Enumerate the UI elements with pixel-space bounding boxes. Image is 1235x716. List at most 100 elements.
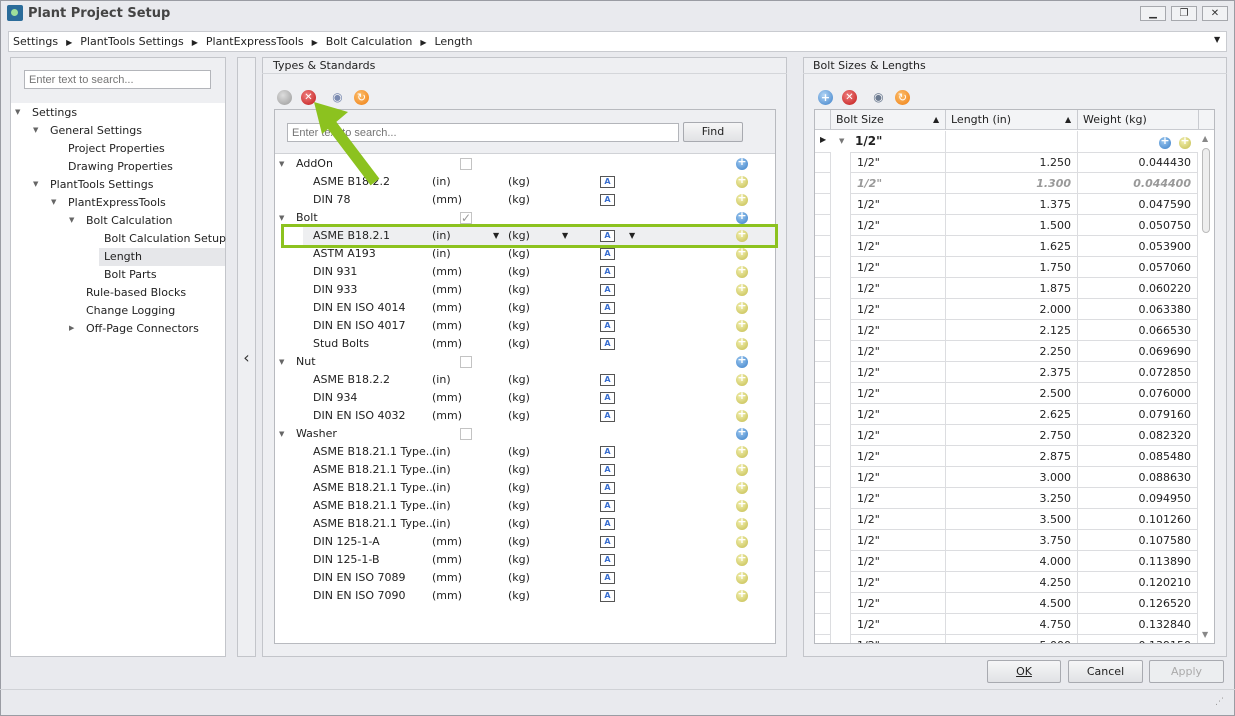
- add-length-icon[interactable]: [1159, 134, 1171, 149]
- weight-cell[interactable]: 0.044430: [1078, 152, 1198, 173]
- weight-cell[interactable]: 0.079160: [1078, 404, 1198, 425]
- length-cell[interactable]: 2.125: [946, 320, 1078, 341]
- settings-search-input[interactable]: [24, 70, 211, 89]
- bolt-size-cell[interactable]: 1/2": [851, 635, 946, 643]
- length-cell[interactable]: 2.875: [946, 446, 1078, 467]
- length-cell[interactable]: 1.300: [946, 173, 1078, 194]
- expand-arrow-icon[interactable]: ▼: [279, 358, 284, 366]
- length-unit[interactable]: (mm): [432, 335, 462, 353]
- breadcrumb-item[interactable]: Bolt Calculation: [326, 35, 413, 48]
- tree-item[interactable]: Bolt Parts: [104, 266, 157, 284]
- expand-arrow-icon[interactable]: ▼: [15, 108, 20, 116]
- format-icon[interactable]: A: [600, 338, 615, 350]
- group-name[interactable]: Nut: [296, 353, 316, 371]
- length-cell[interactable]: 3.250: [946, 488, 1078, 509]
- tree-item[interactable]: Length: [104, 248, 142, 266]
- bolt-size-cell[interactable]: 1/2": [851, 404, 946, 425]
- find-button[interactable]: Find: [683, 122, 743, 142]
- weight-cell[interactable]: 0.063380: [1078, 299, 1198, 320]
- bolt-size-cell[interactable]: 1/2": [851, 299, 946, 320]
- add-size-icon[interactable]: [736, 245, 748, 260]
- format-icon[interactable]: A: [600, 464, 615, 476]
- length-cell[interactable]: 1.500: [946, 215, 1078, 236]
- weight-cell[interactable]: 0.107580: [1078, 530, 1198, 551]
- standard-name[interactable]: DIN 933: [313, 281, 357, 299]
- column-header[interactable]: Weight (kg): [1078, 110, 1199, 130]
- length-unit[interactable]: (mm): [432, 281, 462, 299]
- group-checkbox[interactable]: ✓: [460, 212, 472, 224]
- bolt-size-cell[interactable]: 1/2": [851, 362, 946, 383]
- add-size-icon[interactable]: [736, 299, 748, 314]
- weight-cell[interactable]: 0.088630: [1078, 467, 1198, 488]
- weight-cell[interactable]: 0.094950: [1078, 488, 1198, 509]
- expand-arrow-icon[interactable]: ▼: [33, 126, 38, 134]
- bolt-size-cell[interactable]: 1/2": [851, 425, 946, 446]
- add-size-icon[interactable]: [736, 335, 748, 350]
- weight-cell[interactable]: 0.069690: [1078, 341, 1198, 362]
- bolt-size-cell[interactable]: 1/2": [851, 215, 946, 236]
- format-icon[interactable]: A: [600, 590, 615, 602]
- bolt-size-cell[interactable]: 1/2": [851, 173, 946, 194]
- weight-unit[interactable]: (kg): [508, 191, 530, 209]
- length-unit[interactable]: (in): [432, 479, 451, 497]
- standard-name[interactable]: ASME B18.21.1 Type...: [313, 515, 436, 533]
- add-item-icon[interactable]: [736, 155, 748, 170]
- add-item-icon[interactable]: [736, 425, 748, 440]
- expand-arrow-icon[interactable]: ▼: [69, 216, 74, 224]
- length-unit[interactable]: (mm): [432, 263, 462, 281]
- scroll-up-icon[interactable]: ▲: [1202, 134, 1208, 143]
- standard-name[interactable]: DIN 78: [313, 191, 350, 209]
- bolt-size-cell[interactable]: 1/2": [851, 383, 946, 404]
- weight-cell[interactable]: 0.047590: [1078, 194, 1198, 215]
- length-unit[interactable]: (in): [432, 443, 451, 461]
- breadcrumb-item[interactable]: Length: [434, 35, 472, 48]
- add-size-icon[interactable]: [736, 461, 748, 476]
- weight-unit[interactable]: (kg): [508, 407, 530, 425]
- length-cell[interactable]: 1.250: [946, 152, 1078, 173]
- length-cell[interactable]: 2.375: [946, 362, 1078, 383]
- weight-cell[interactable]: 0.139150: [1078, 635, 1198, 643]
- standard-name[interactable]: ASME B18.21.1 Type...: [313, 497, 436, 515]
- length-unit[interactable]: (mm): [432, 533, 462, 551]
- length-unit[interactable]: (mm): [432, 551, 462, 569]
- apply-button[interactable]: Apply: [1149, 660, 1224, 683]
- weight-cell[interactable]: 0.044400: [1078, 173, 1198, 194]
- weight-cell[interactable]: 0.057060: [1078, 257, 1198, 278]
- format-icon[interactable]: A: [600, 410, 615, 422]
- weight-unit[interactable]: (kg): [508, 497, 530, 515]
- refresh-sizes-icon[interactable]: ↻: [895, 90, 910, 105]
- add-size-icon[interactable]: [736, 191, 748, 206]
- weight-unit[interactable]: (kg): [508, 587, 530, 605]
- weight-cell[interactable]: 0.101260: [1078, 509, 1198, 530]
- group-name[interactable]: Washer: [296, 425, 337, 443]
- standard-name[interactable]: DIN EN ISO 4014: [313, 299, 406, 317]
- bolt-size-cell[interactable]: 1/2": [851, 509, 946, 530]
- add-size-icon[interactable]: [736, 407, 748, 422]
- tree-item[interactable]: Drawing Properties: [68, 158, 173, 176]
- weight-unit[interactable]: (kg): [508, 173, 530, 191]
- standard-name[interactable]: DIN 931: [313, 263, 357, 281]
- weight-cell[interactable]: 0.076000: [1078, 383, 1198, 404]
- collapse-panel-button[interactable]: ‹: [237, 57, 256, 657]
- length-unit[interactable]: (mm): [432, 299, 462, 317]
- length-cell[interactable]: 4.000: [946, 551, 1078, 572]
- cancel-button[interactable]: Cancel: [1068, 660, 1143, 683]
- length-unit[interactable]: (mm): [432, 191, 462, 209]
- standard-name[interactable]: Stud Bolts: [313, 335, 369, 353]
- weight-cell[interactable]: 0.060220: [1078, 278, 1198, 299]
- length-cell[interactable]: 1.625: [946, 236, 1078, 257]
- scroll-down-icon[interactable]: ▼: [1202, 630, 1208, 639]
- bolt-size-cell[interactable]: 1/2": [851, 194, 946, 215]
- tree-item[interactable]: Bolt Calculation: [86, 212, 173, 230]
- weight-cell[interactable]: 0.072850: [1078, 362, 1198, 383]
- format-icon[interactable]: A: [600, 320, 615, 332]
- format-icon[interactable]: A: [600, 266, 615, 278]
- add-size-icon[interactable]: [736, 533, 748, 548]
- add-item-icon[interactable]: [736, 209, 748, 224]
- weight-unit[interactable]: (kg): [508, 479, 530, 497]
- tree-item[interactable]: Rule-based Blocks: [86, 284, 186, 302]
- weight-cell[interactable]: 0.126520: [1078, 593, 1198, 614]
- standard-name[interactable]: DIN 125-1-A: [313, 533, 380, 551]
- format-icon[interactable]: A: [600, 176, 615, 188]
- length-unit[interactable]: (in): [432, 515, 451, 533]
